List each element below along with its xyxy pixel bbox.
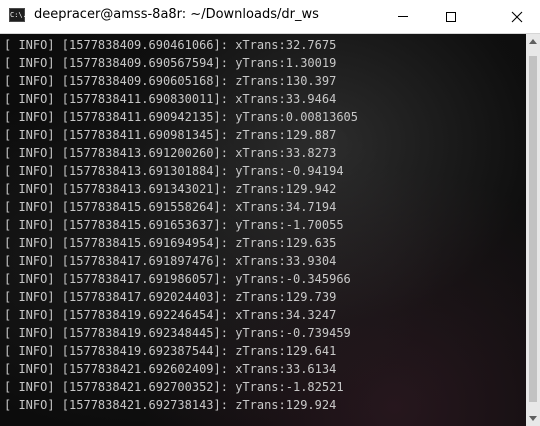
- log-lines: [ INFO] [1577838409.690461066]: xTrans:3…: [4, 36, 358, 414]
- minimize-icon: [398, 16, 408, 17]
- vertical-scrollbar[interactable]: [526, 34, 540, 426]
- log-line: [ INFO] [1577838411.690942135]: yTrans:0…: [4, 110, 359, 124]
- scrollbar-thumb[interactable]: [529, 56, 537, 402]
- terminal-window: C:\. deepracer@amss-8a8r: ~/Downloads/dr…: [0, 0, 540, 426]
- close-button[interactable]: [494, 0, 540, 33]
- log-line: [ INFO] [1577838419.692246454]: xTrans:3…: [4, 308, 337, 322]
- log-line: [ INFO] [1577838419.692348445]: yTrans:-…: [4, 326, 351, 340]
- log-line: [ INFO] [1577838419.692387544]: zTrans:1…: [4, 344, 337, 358]
- log-line: [ INFO] [1577838415.691653637]: yTrans:-…: [4, 218, 344, 232]
- log-line: [ INFO] [1577838417.692024403]: zTrans:1…: [4, 290, 337, 304]
- log-line: [ INFO] [1577838421.692700352]: yTrans:-…: [4, 380, 344, 394]
- log-line: [ INFO] [1577838409.690605168]: zTrans:1…: [4, 74, 337, 88]
- log-line: [ INFO] [1577838417.691986057]: yTrans:-…: [4, 272, 351, 286]
- log-line: [ INFO] [1577838411.690830011]: xTrans:3…: [4, 92, 337, 106]
- title-bar[interactable]: C:\. deepracer@amss-8a8r: ~/Downloads/dr…: [0, 0, 540, 34]
- maximize-icon: [446, 11, 456, 22]
- log-line: [ INFO] [1577838415.691558264]: xTrans:3…: [4, 200, 337, 214]
- log-line: [ INFO] [1577838417.691897476]: xTrans:3…: [4, 254, 337, 268]
- close-icon: [511, 11, 523, 22]
- log-line: [ INFO] [1577838411.690981345]: zTrans:1…: [4, 128, 337, 142]
- log-line: [ INFO] [1577838409.690567594]: yTrans:1…: [4, 56, 337, 70]
- log-line: [ INFO] [1577838421.692738143]: zTrans:1…: [4, 398, 337, 412]
- maximize-button[interactable]: [428, 0, 474, 33]
- log-line: [ INFO] [1577838413.691200260]: xTrans:3…: [4, 146, 337, 160]
- terminal-output[interactable]: [ INFO] [1577838409.690461066]: xTrans:3…: [0, 34, 526, 426]
- log-line: [ INFO] [1577838413.691301884]: yTrans:-…: [4, 164, 344, 178]
- log-line: [ INFO] [1577838413.691343021]: zTrans:1…: [4, 182, 337, 196]
- log-line: [ INFO] [1577838415.691694954]: zTrans:1…: [4, 236, 337, 250]
- window-title: deepracer@amss-8a8r: ~/Downloads/dr_ws: [34, 7, 319, 22]
- scroll-down-arrow-icon[interactable]: [529, 416, 537, 421]
- scroll-up-arrow-icon[interactable]: [529, 39, 537, 44]
- log-line: [ INFO] [1577838409.690461066]: xTrans:3…: [4, 38, 337, 52]
- minimize-button[interactable]: [380, 0, 426, 33]
- log-line: [ INFO] [1577838421.692602409]: xTrans:3…: [4, 362, 337, 376]
- cmd-icon: C:\.: [9, 8, 27, 22]
